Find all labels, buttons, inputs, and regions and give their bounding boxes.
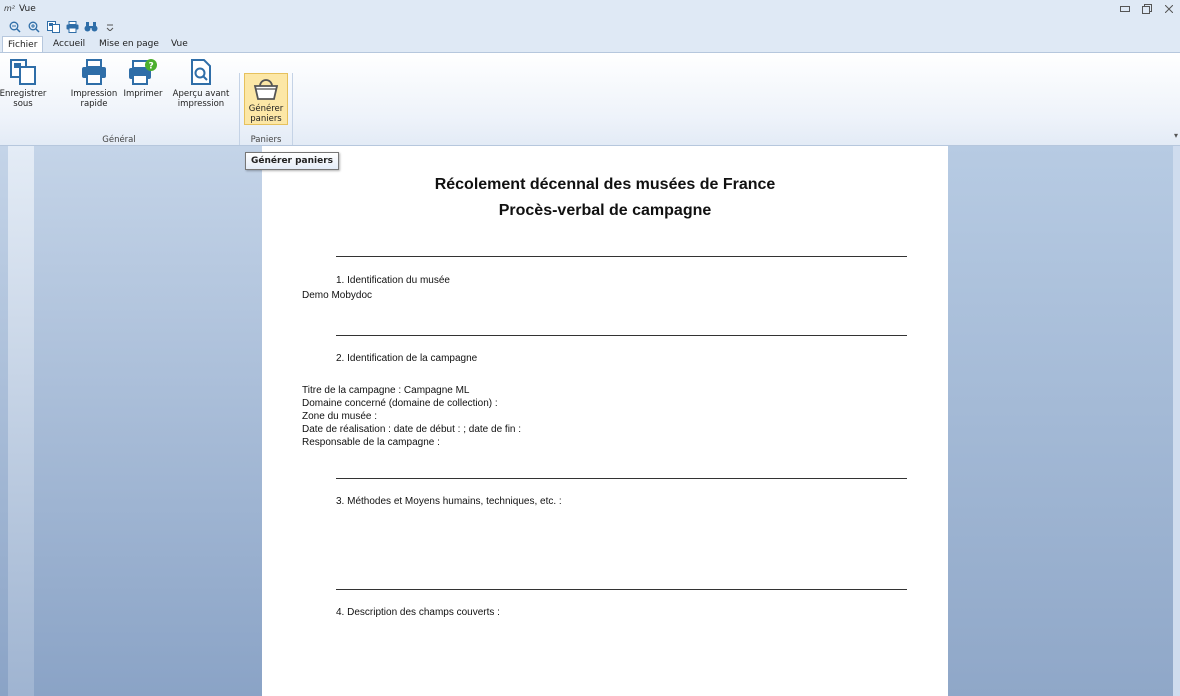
close-icon[interactable]: [1158, 0, 1180, 17]
print-icon[interactable]: [63, 19, 81, 35]
tab-mise-en-page[interactable]: Mise en page: [94, 36, 164, 52]
quick-print-icon: [79, 57, 109, 87]
save-as-button[interactable]: Enregistrer sous: [0, 57, 47, 109]
print-icon: ?: [128, 57, 158, 87]
save-as-icon: [8, 57, 38, 87]
document-title: Récolement décennal des musées de France: [434, 176, 776, 193]
generate-baskets-button[interactable]: Générer paniers: [244, 73, 288, 125]
section-divider: [336, 589, 907, 590]
tab-accueil[interactable]: Accueil: [48, 36, 90, 52]
section-3-heading: 3. Méthodes et Moyens humains, technique…: [336, 496, 562, 507]
customize-qat-icon[interactable]: [101, 19, 119, 35]
campaign-manager-line: Responsable de la campagne :: [302, 437, 440, 448]
workspace-right: [948, 146, 1174, 696]
section-divider: [336, 478, 907, 479]
workspace-left-strip: [8, 146, 34, 696]
zoom-out-icon[interactable]: [6, 19, 24, 35]
section-1-heading: 1. Identification du musée: [336, 275, 450, 286]
generate-baskets-label: Générer paniers: [248, 104, 284, 124]
ribbon-panel: Enregistrer sous Impression rapide ? Imp…: [0, 52, 1180, 146]
campaign-title-line: Titre de la campagne : Campagne ML: [302, 385, 470, 396]
document-page: Récolement décennal des musées de France…: [262, 146, 948, 696]
section-divider: [336, 256, 907, 257]
print-label: Imprimer: [123, 89, 163, 99]
group-label-general: Général: [102, 135, 136, 145]
campaign-dates-line: Date de réalisation : date de début : ; …: [302, 424, 522, 435]
group-label-paniers: Paniers: [250, 135, 282, 145]
section-2-heading: 2. Identification de la campagne: [336, 353, 478, 364]
tab-fichier[interactable]: Fichier: [2, 36, 44, 53]
tooltip: Générer paniers: [245, 152, 340, 170]
quick-print-button[interactable]: Impression rapide: [69, 57, 119, 109]
vertical-scrollbar[interactable]: [1173, 146, 1180, 696]
svg-text:?: ?: [149, 62, 154, 72]
minimize-icon[interactable]: [1114, 0, 1136, 17]
campaign-zone-line: Zone du musée :: [302, 411, 378, 422]
basket-icon: [251, 76, 281, 102]
document-subtitle: Procès-verbal de campagne: [498, 202, 712, 219]
print-preview-icon: [186, 57, 216, 87]
tab-vue[interactable]: Vue: [166, 36, 193, 52]
museum-name: Demo Mobydoc: [302, 290, 373, 301]
print-preview-label: Aperçu avant impression: [172, 89, 230, 109]
quick-access-toolbar: [0, 17, 1180, 36]
section-4-heading: 4. Description des champs couverts :: [336, 607, 500, 618]
print-button[interactable]: ? Imprimer: [122, 57, 164, 99]
quick-print-label: Impression rapide: [70, 89, 118, 109]
workspace-left: [0, 146, 262, 696]
ribbon-tabs: Fichier Accueil Mise en page Vue: [0, 36, 1180, 53]
title-bar: m² Vue: [0, 0, 1180, 17]
group-separator: [292, 73, 293, 145]
section-divider: [336, 335, 907, 336]
print-preview-button[interactable]: Aperçu avant impression: [170, 57, 232, 109]
zoom-in-icon[interactable]: [25, 19, 43, 35]
window-title: Vue: [19, 3, 36, 14]
save-as-label: Enregistrer sous: [0, 89, 47, 109]
restore-icon[interactable]: [1136, 0, 1158, 17]
campaign-domain-line: Domaine concerné (domaine de collection)…: [302, 398, 498, 409]
app-logo: m²: [4, 4, 15, 13]
save-as-icon[interactable]: [44, 19, 62, 35]
window-controls: [1114, 0, 1180, 17]
ribbon-collapse-icon[interactable]: ▾: [1174, 131, 1178, 140]
find-icon[interactable]: [82, 19, 100, 35]
